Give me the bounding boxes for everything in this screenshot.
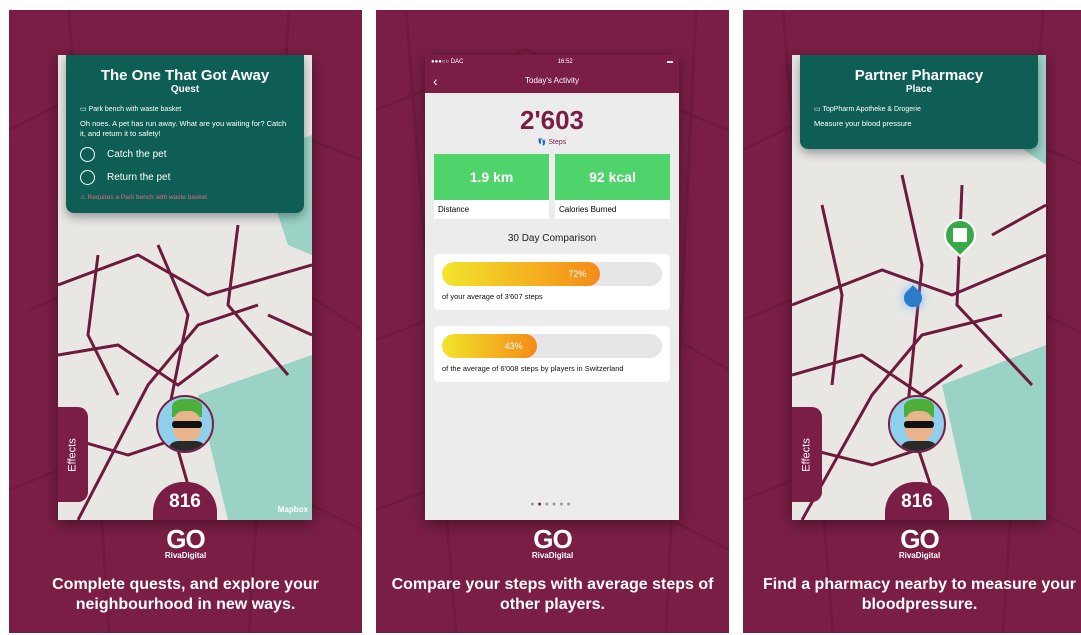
quest-card[interactable]: The One That Got Away Quest ▭ Park bench… — [66, 55, 304, 213]
go-mark: GO — [533, 524, 572, 554]
effects-label: Effects — [801, 437, 813, 472]
brand-name: RivaDigital — [531, 551, 574, 560]
panel-caption: Complete quests, and explore your neighb… — [52, 576, 319, 613]
avatar-glasses — [904, 421, 934, 428]
progress-fill: 43% — [442, 333, 537, 358]
place-location-label: TopPharm Apotheke & Drogerie — [822, 106, 921, 113]
comparison-text: of your average of 3'607 steps — [442, 292, 543, 301]
option-return-the-pet[interactable]: Return the pet — [80, 169, 290, 185]
calories-value: 92 kcal — [555, 154, 670, 200]
quest-title: The One That Got Away — [100, 67, 270, 84]
place-type: Place — [905, 84, 933, 95]
map-view[interactable]: The One That Got Away Quest ▭ Park bench… — [58, 55, 312, 520]
avatar-glasses — [172, 421, 202, 428]
go-logo: GO RivaDigital — [376, 524, 729, 560]
option-label: Return the pet — [107, 171, 171, 183]
activity-screenshot-panel: ●●●○○ DAC 16:52 ▬ ‹ Today's Activity 2'603 … — [376, 10, 729, 633]
phone-screen: Partner Pharmacy Place ▭ TopPharm Apothe… — [792, 55, 1046, 520]
status-time: 16:52 — [557, 59, 573, 65]
battery-icon: ▬ — [666, 59, 673, 65]
progress-fill: 72% — [442, 262, 601, 286]
steps-count: 2'603 — [519, 105, 585, 135]
pharmacy-cross-icon — [953, 228, 967, 242]
go-logo: GO RivaDigital — [9, 524, 362, 560]
effects-label: Effects — [67, 437, 79, 472]
effects-tab[interactable]: Effects — [792, 407, 822, 502]
map-view[interactable]: Partner Pharmacy Place ▭ TopPharm Apothe… — [792, 55, 1046, 520]
quest-location-label: Park bench with waste basket — [88, 106, 182, 113]
requirement-text: Requires a Park bench with waste basket — [87, 193, 207, 201]
footprints-icon: 👣 — [537, 139, 547, 146]
place-title: Partner Pharmacy — [854, 67, 984, 84]
progress-track: 72% — [442, 262, 662, 286]
effects-tab[interactable]: Effects — [58, 407, 88, 502]
option-label: Catch the pet — [107, 148, 167, 160]
brand-name: RivaDigital — [164, 551, 207, 560]
screen-title: Today's Activity — [525, 76, 579, 85]
brand-name: RivaDigital — [898, 551, 941, 560]
steps-caption: 👣 Steps — [434, 138, 670, 146]
place-location: ▭ TopPharm Apotheke & Drogerie — [814, 106, 921, 113]
radio-icon[interactable] — [80, 146, 95, 162]
activity-content: 2'603 👣 Steps 1.9 km Distance 92 kcal Calo… — [425, 93, 679, 520]
carrier-label: ●●●○○ DAC — [431, 59, 464, 65]
go-mark: GO — [900, 524, 939, 554]
stat-tiles: 1.9 km Distance 92 kcal Calories Burned — [434, 154, 670, 219]
calories-tile: 92 kcal Calories Burned — [555, 154, 670, 219]
calories-label: Calories Burned — [559, 205, 617, 214]
status-bar: ●●●○○ DAC 16:52 ▬ — [425, 55, 679, 69]
pharmacy-card[interactable]: Partner Pharmacy Place ▭ TopPharm Apothe… — [800, 55, 1038, 149]
player-avatar[interactable] — [888, 395, 946, 453]
radio-icon[interactable] — [80, 169, 95, 185]
requirement-warning: ⚠ Requires a Park bench with waste baske… — [80, 193, 207, 201]
quest-location: ▭ Park bench with waste basket — [80, 106, 182, 113]
progress-track: 43% — [442, 333, 662, 358]
distance-value: 1.9 km — [434, 154, 549, 200]
page-indicator[interactable]: ●●●●●● — [425, 501, 679, 508]
go-logo: GO RivaDigital — [743, 524, 1081, 560]
comparison-card-country: 43% of the average of 6'008 steps by pla… — [434, 325, 670, 382]
navigation-bar: ‹ Today's Activity — [425, 69, 679, 93]
place-description: Measure your blood pressure — [814, 119, 912, 128]
pharmacy-screenshot-panel: Partner Pharmacy Place ▭ TopPharm Apothe… — [743, 10, 1081, 633]
quest-screenshot-panel: The One That Got Away Quest ▭ Park bench… — [9, 10, 362, 633]
phone-screen: ●●●○○ DAC 16:52 ▬ ‹ Today's Activity 2'603 … — [425, 55, 679, 520]
distance-tile: 1.9 km Distance — [434, 154, 549, 219]
panel-caption: Find a pharmacy nearby to measure your b… — [763, 576, 1076, 613]
quest-type: Quest — [170, 84, 200, 95]
panel-caption: Compare your steps with average steps of… — [391, 576, 714, 613]
comparison-card-personal: 72% of your average of 3'607 steps — [434, 254, 670, 310]
steps-label: Steps — [548, 139, 567, 146]
player-avatar[interactable] — [156, 395, 214, 453]
go-mark: GO — [166, 524, 205, 554]
mapbox-attribution[interactable]: Mapbox — [278, 505, 308, 514]
quest-description: Oh noes. A pet has run away. What are yo… — [80, 119, 287, 138]
distance-label: Distance — [438, 205, 470, 214]
back-chevron-icon[interactable]: ‹ — [433, 69, 438, 93]
option-catch-the-pet[interactable]: Catch the pet — [80, 146, 290, 162]
phone-screen: The One That Got Away Quest ▭ Park bench… — [58, 55, 312, 520]
comparison-text: of the average of 6'008 steps by players… — [442, 363, 624, 373]
comparison-title: 30 Day Comparison — [507, 233, 597, 244]
